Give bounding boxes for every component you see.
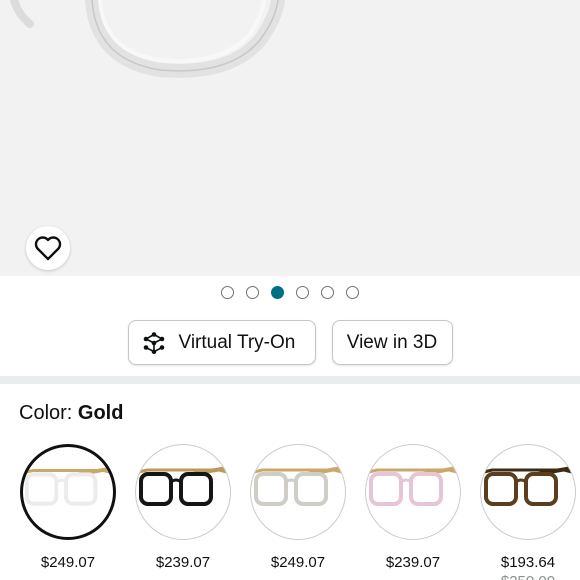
swatch-list-price: $250.00 [480,573,576,580]
color-label-prefix: Color: [19,402,78,424]
eyeglasses-icon [24,466,113,506]
product-actions: Virtual Try-On View in 3D [0,320,580,365]
swatch-price: $249.07 [270,554,326,571]
carousel-dot-3[interactable] [271,286,284,299]
swatch-thumbnail [20,444,116,540]
color-swatch-3[interactable]: $249.07 [250,444,346,571]
virtual-try-on-button[interactable]: Virtual Try-On [127,320,316,365]
swatch-thumbnail [135,444,231,540]
color-swatch-4[interactable]: $239.07 [365,444,461,571]
product-image-gallery[interactable] [0,0,580,276]
eyeglasses-icon [138,466,229,506]
view-in-3d-button[interactable]: View in 3D [331,320,453,365]
color-swatch-2[interactable]: $239.07 [135,444,231,571]
carousel-dot-5[interactable] [321,286,334,299]
carousel-dot-6[interactable] [346,286,359,299]
carousel-dot-2[interactable] [246,286,259,299]
eyeglasses-icon [483,466,574,506]
color-swatch-5[interactable]: $193.64 $250.00 [480,444,576,580]
carousel-dot-4[interactable] [296,286,309,299]
color-selector-label: Color: Gold [19,402,123,425]
eyeglasses-icon [368,466,459,506]
swatch-price: $239.07 [155,554,211,571]
swatch-thumbnail [480,444,576,540]
product-image [10,0,285,78]
color-swatch-1[interactable]: $249.07 [20,444,116,571]
wishlist-button[interactable] [26,226,70,270]
section-divider [0,376,580,384]
swatch-price: $239.07 [385,554,441,571]
eyeglasses-icon [253,466,344,506]
virtual-try-on-label: Virtual Try-On [178,331,296,353]
swatch-thumbnail [365,444,461,540]
carousel-dots [0,286,580,299]
swatch-price: $249.07 [40,554,96,571]
carousel-dot-1[interactable] [221,286,234,299]
heart-outline-icon [34,236,62,261]
view-in-3d-label: View in 3D [346,331,438,353]
swatch-thumbnail [250,444,346,540]
selected-color-name: Gold [77,402,124,424]
cube-3d-icon [143,331,165,354]
swatch-price: $193.64 [500,554,556,571]
